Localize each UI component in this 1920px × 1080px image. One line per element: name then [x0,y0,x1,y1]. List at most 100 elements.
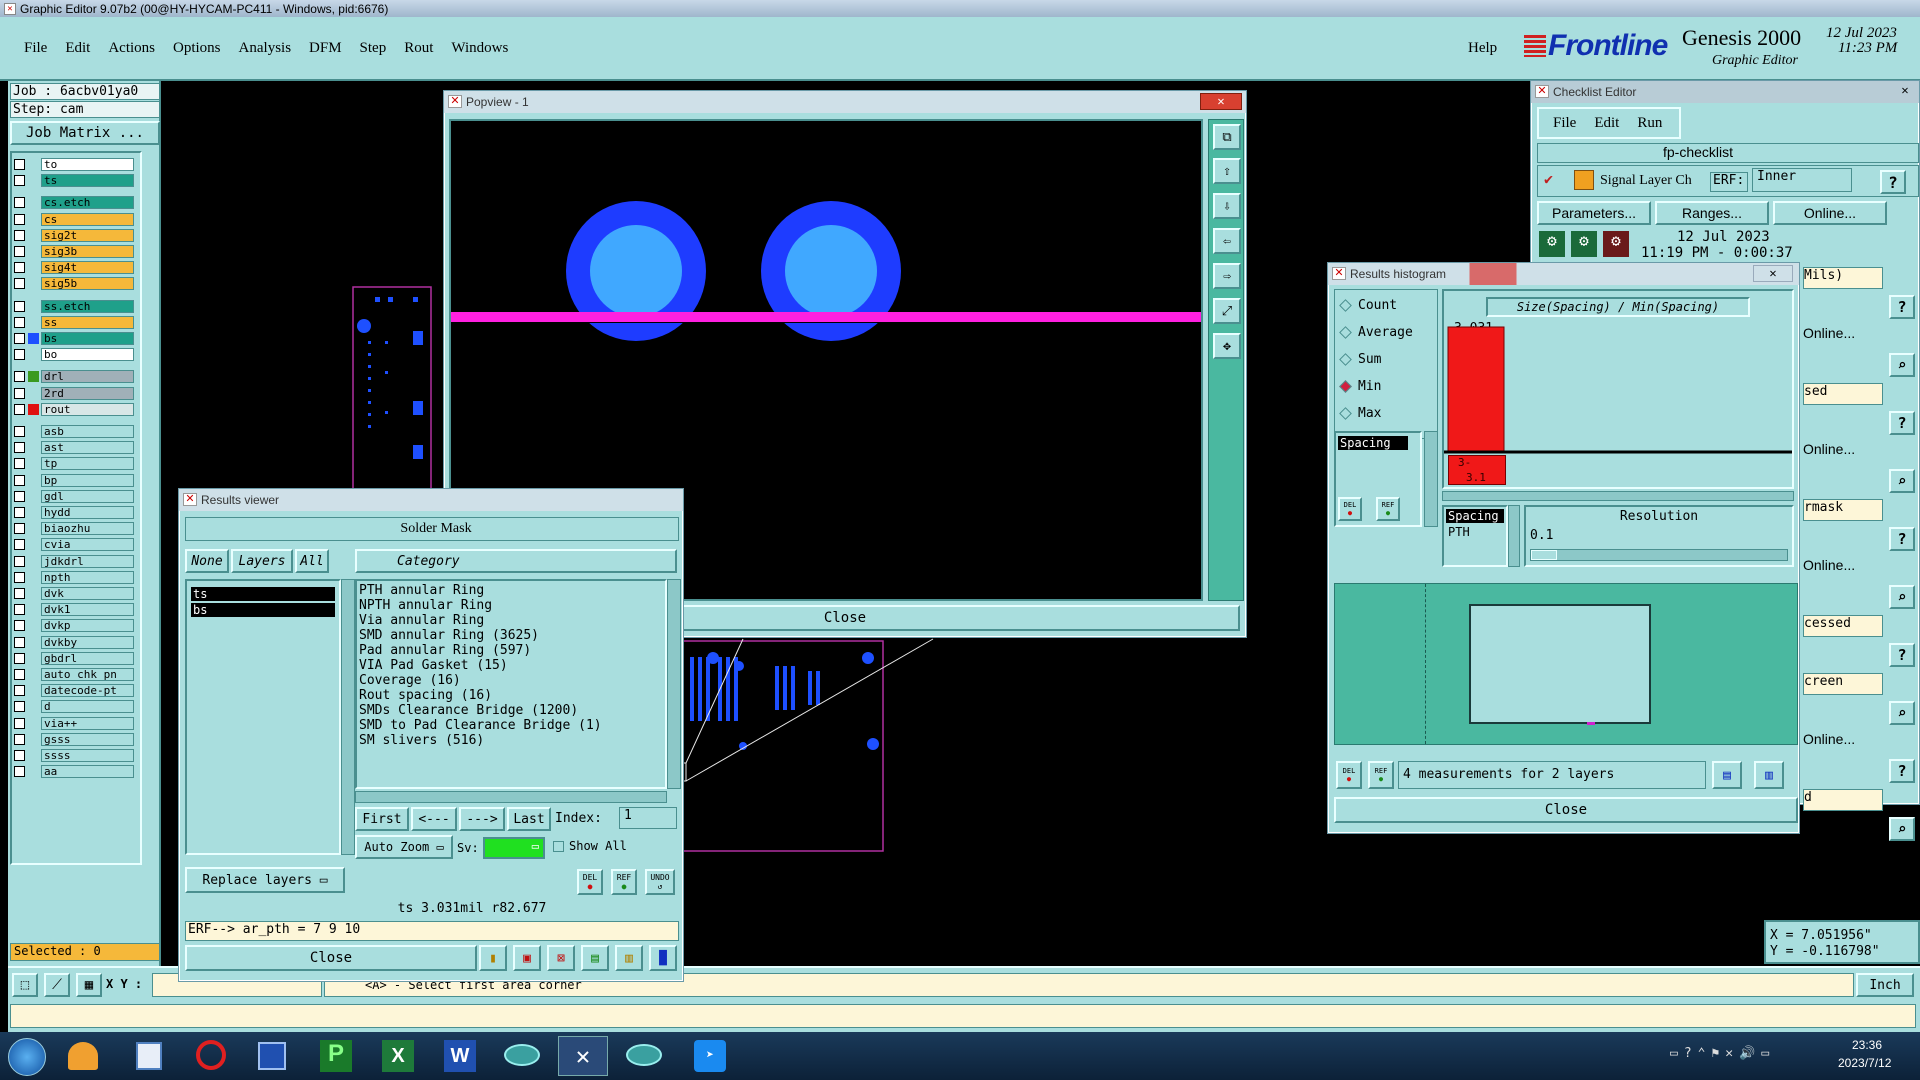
taskbar-eye2-icon[interactable] [626,1044,662,1066]
layer-row-sig5b[interactable]: sig5b [14,276,134,291]
run-icon-2[interactable]: ⚙ [1571,231,1597,257]
layer-checkbox[interactable] [14,333,25,344]
layer-row-gdl[interactable]: gdl [14,489,134,504]
radio-icon[interactable] [1339,406,1352,420]
mode-option-count[interactable]: Count [1339,296,1397,314]
tray-icons[interactable]: ▭?⌃⚑✕🔊▭ [1670,1046,1820,1066]
layer-checkbox[interactable] [14,523,25,535]
pop-up-icon[interactable]: ⇧ [1213,158,1241,184]
side-item[interactable]: creen [1803,673,1883,695]
list2-spacing[interactable]: Spacing [1446,509,1504,523]
layer-checkbox[interactable] [14,403,25,415]
help-icon[interactable]: ? [1880,170,1906,194]
units-button[interactable]: Inch [1856,973,1914,997]
layer-row-via++[interactable]: via++ [14,716,134,731]
layer-row-2rd[interactable]: 2rd [14,386,134,401]
layer-checkbox[interactable] [14,442,25,454]
layer-row-to[interactable]: to [14,157,134,172]
side-item[interactable]: Online... [1803,441,1883,463]
results-close-button[interactable]: Close [185,945,477,971]
hist-export-1-icon[interactable]: ▤ [1712,761,1742,789]
layer-row-rout[interactable]: rout [14,402,134,417]
list2-pth[interactable]: PTH [1446,525,1504,539]
histogram-close-button[interactable]: Close [1334,797,1798,823]
erf-value[interactable]: Inner [1752,168,1852,192]
pop-fit-icon[interactable]: ⤢ [1213,298,1241,324]
layer-checkbox[interactable] [14,316,25,328]
layer-row-dvk[interactable]: dvk [14,586,134,601]
layer-row-ss[interactable]: ss [14,315,134,330]
layers-button[interactable]: Layers [231,549,293,573]
zoom-icon[interactable]: ⌕ [1889,469,1915,493]
cat-del-button[interactable]: DEL ● [1338,497,1362,521]
layer-checkbox[interactable] [14,426,25,437]
mode-option-sum[interactable]: Sum [1339,350,1381,368]
ranges-button[interactable]: Ranges... [1655,201,1769,225]
layer-list-scrollbar[interactable] [341,579,355,855]
layer-row-drl[interactable]: drl [14,369,134,384]
pop-right-icon[interactable]: ⇨ [1213,263,1241,289]
sv-color-select[interactable]: ▭ [483,837,545,859]
help-icon[interactable]: ? [1889,759,1915,783]
side-item[interactable]: sed [1803,383,1883,405]
layer-row-dvkp[interactable]: dvkp [14,618,134,633]
layer-checkbox[interactable] [14,387,25,399]
taskbar-notepad-icon[interactable] [136,1042,162,1070]
job-matrix-button[interactable]: Job Matrix ... [10,121,160,145]
layer-checkbox[interactable] [14,588,25,599]
side-item[interactable]: d [1803,789,1883,811]
pop-left-icon[interactable]: ⇦ [1213,228,1241,254]
layer-checkbox[interactable] [14,652,25,664]
layer-checkbox[interactable] [14,246,25,257]
cl-menu-run[interactable]: Run [1637,115,1662,132]
next-button[interactable]: ---> [459,807,505,831]
category-item[interactable]: SMDs Clearance Bridge (1200) [359,703,665,718]
layer-row-bs[interactable]: bs [14,331,134,346]
layer-row-cs.etch[interactable]: cs.etch [14,195,134,210]
category-scrollbar[interactable] [1424,431,1438,527]
result-chart-icon[interactable]: ▐▌ [649,945,677,971]
layer-checkbox[interactable] [14,750,25,761]
category-item[interactable]: SM slivers (516) [359,733,665,748]
menu-actions[interactable]: Actions [108,40,155,57]
layer-row-bo[interactable]: bo [14,347,134,362]
run-icon-1[interactable]: ⚙ [1539,231,1565,257]
layer-row-cvia[interactable]: cvia [14,537,134,552]
category-scrollbar[interactable] [667,579,681,789]
layer-result-bs[interactable]: bs [191,603,335,617]
select-tool-icon[interactable]: ⬚ [12,973,38,997]
layer-checkbox[interactable] [14,766,25,778]
layer-row-sig2t[interactable]: sig2t [14,228,134,243]
cl-menu-file[interactable]: File [1553,115,1576,132]
menu-rout[interactable]: Rout [404,40,433,57]
hist-del-button[interactable]: DEL ● [1336,761,1362,789]
category-item[interactable]: NPTH annular Ring [359,598,665,613]
layer-row-datecode-pt[interactable]: datecode-pt [14,683,134,698]
category-item[interactable]: Pad annular Ring (597) [359,643,665,658]
layer-row-gbdrl[interactable]: gbdrl [14,651,134,666]
mode-option-min[interactable]: Min [1339,377,1381,395]
layer-row-sig4t[interactable]: sig4t [14,260,134,275]
resolution-slider[interactable] [1530,549,1788,561]
taskbar-cursor-icon[interactable]: ➤ [694,1040,726,1072]
cl-menu-edit[interactable]: Edit [1594,115,1619,132]
layer-checkbox[interactable] [14,685,25,697]
layer-row-aa[interactable]: aa [14,764,134,779]
layer-checkbox[interactable] [14,636,25,648]
help-icon[interactable]: ? [1889,643,1915,667]
taskbar-excel-icon[interactable]: X [382,1040,414,1072]
replace-layers-select[interactable]: Replace layers ▭ [185,867,345,893]
layer-checkbox[interactable] [14,490,25,502]
layer-checkbox[interactable] [14,701,25,713]
popview-close-x[interactable]: ✕ [1200,93,1242,110]
taskbar-save-icon[interactable] [258,1042,286,1070]
menu-edit[interactable]: Edit [65,40,90,57]
layer-row-ast[interactable]: ast [14,440,134,455]
layer-row-jdkdrl[interactable]: jdkdrl [14,554,134,569]
online-button[interactable]: Online... [1773,201,1887,225]
taskbar-word-icon[interactable]: W [444,1040,476,1072]
enabled-check-icon[interactable]: ✔ [1544,170,1553,188]
layer-checkbox[interactable] [14,669,25,680]
layer-checkbox[interactable] [14,474,25,486]
layer-row-gsss[interactable]: gsss [14,732,134,747]
